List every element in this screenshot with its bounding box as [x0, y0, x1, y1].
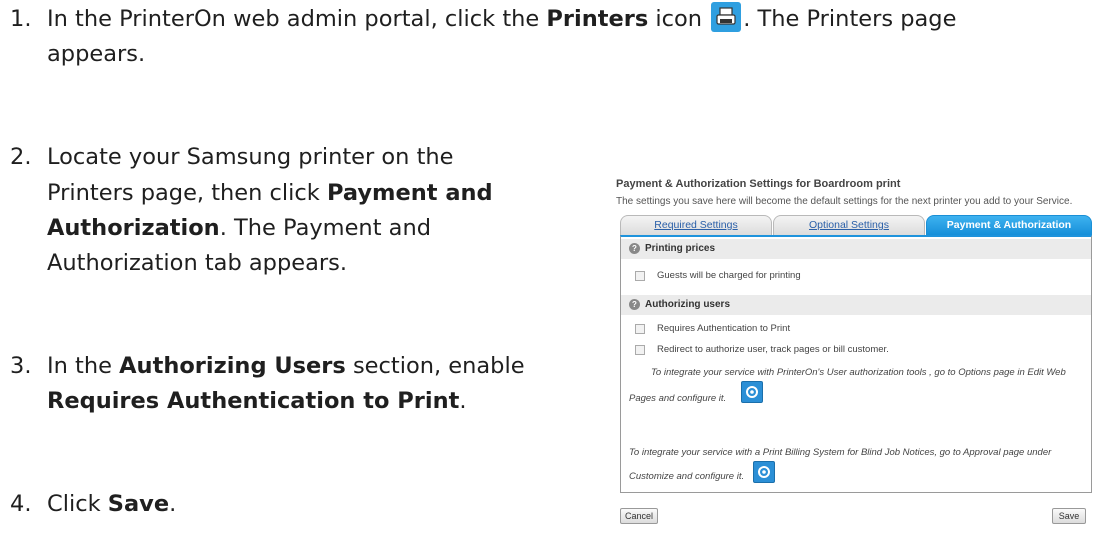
- step-text: icon: [648, 6, 703, 32]
- note-billing: To integrate your service with a Print B…: [629, 447, 1052, 458]
- cancel-button[interactable]: Cancel: [620, 508, 658, 524]
- step-number: 4.: [10, 491, 32, 517]
- settings-screenshot: Payment & Authorization Settings for Boa…: [616, 178, 1094, 528]
- step-text: Locate your Samsung printer on the: [47, 144, 454, 170]
- option-label: Guests will be charged for printing: [657, 270, 801, 281]
- step-text: Printers page, then click: [47, 180, 327, 206]
- redirect-checkbox[interactable]: [635, 345, 645, 355]
- guests-charged-checkbox[interactable]: [635, 271, 645, 281]
- panel-subtitle: The settings you save here will become t…: [616, 196, 1073, 207]
- section-title: Printing prices: [645, 243, 716, 254]
- tab-optional-settings[interactable]: Optional Settings: [773, 215, 925, 235]
- printer-icon: [711, 2, 742, 32]
- step-bold: Authorization: [47, 215, 220, 241]
- step-bold: Printers: [546, 6, 649, 32]
- help-icon[interactable]: ?: [629, 243, 640, 254]
- option-label: Requires Authentication to Print: [657, 323, 791, 334]
- step-text: .: [459, 388, 467, 414]
- step-bold: Payment and: [327, 180, 493, 206]
- help-icon[interactable]: ?: [629, 299, 640, 310]
- step-text: Authorization tab appears.: [47, 250, 348, 276]
- step-text: section, enable: [345, 353, 525, 379]
- settings-box: ? Printing prices Guests will be charged…: [620, 235, 1092, 493]
- step-text: Click: [47, 491, 108, 517]
- note-user-auth-b: Pages and configure it.: [629, 393, 727, 404]
- section-authorizing-users: ? Authorizing users: [621, 295, 1091, 315]
- step-number: 3.: [10, 353, 32, 379]
- tab-bar: Required Settings Optional Settings Paym…: [620, 215, 1092, 236]
- step-text: . The Payment and: [219, 215, 431, 241]
- step-text: In the PrinterOn web admin portal, click…: [47, 6, 547, 32]
- step-text: In the: [47, 353, 120, 379]
- gear-icon[interactable]: [741, 381, 763, 403]
- section-title: Authorizing users: [645, 299, 731, 310]
- tab-required-settings[interactable]: Required Settings: [620, 215, 772, 235]
- step-text: appears.: [47, 41, 146, 67]
- panel-title: Payment & Authorization Settings for Boa…: [616, 178, 901, 190]
- gear-icon[interactable]: [753, 461, 775, 483]
- step-text: .: [169, 491, 177, 517]
- step-number: 1.: [10, 6, 32, 32]
- step-bold: Authorizing Users: [119, 353, 346, 379]
- step-bold: Save: [107, 491, 170, 517]
- save-button[interactable]: Save: [1052, 508, 1086, 524]
- step-text: . The Printers page: [743, 6, 957, 32]
- note-user-auth: To integrate your service with PrinterOn…: [651, 367, 1066, 378]
- step-bold: Requires Authentication to Print: [47, 388, 460, 414]
- section-printing-prices: ? Printing prices: [621, 239, 1091, 259]
- option-label: Redirect to authorize user, track pages …: [657, 344, 889, 355]
- note-billing-b: Customize and configure it.: [629, 471, 745, 482]
- tab-payment-authorization[interactable]: Payment & Authorization: [926, 215, 1092, 235]
- requires-auth-checkbox[interactable]: [635, 324, 645, 334]
- step-number: 2.: [10, 144, 32, 170]
